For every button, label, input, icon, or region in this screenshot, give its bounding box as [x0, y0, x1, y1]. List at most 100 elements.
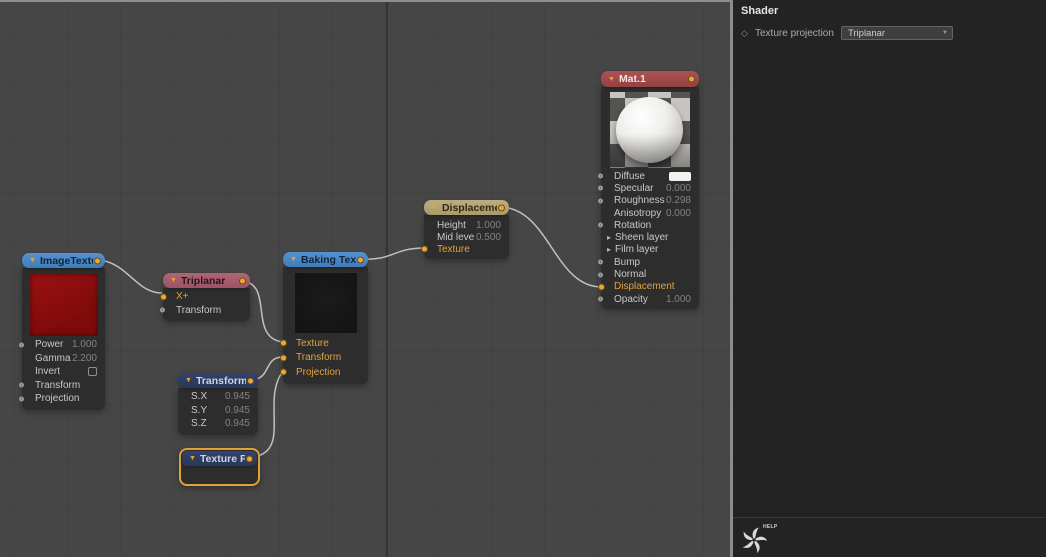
row-value: 1.000	[665, 293, 691, 305]
output-socket[interactable]	[246, 455, 253, 462]
wire-textureproj-to-baking-projection	[253, 369, 285, 458]
output-socket[interactable]	[94, 257, 101, 264]
row-label: Power	[35, 339, 64, 351]
node-row: Transform	[280, 351, 368, 366]
input-socket[interactable]	[280, 339, 287, 347]
input-socket[interactable]	[598, 296, 603, 302]
expand-arrow-icon[interactable]: ▸	[607, 233, 611, 242]
node-row: Projection	[19, 392, 105, 406]
input-socket[interactable]	[598, 185, 603, 191]
node-baking-texture[interactable]: ▼ Baking Textur Texture Transform Projec…	[280, 252, 368, 384]
dropdown-value: Triplanar	[847, 27, 886, 39]
row-label: Bump	[614, 256, 641, 268]
input-socket[interactable]	[19, 382, 24, 388]
input-socket[interactable]	[598, 173, 603, 179]
node-graph-canvas[interactable]: ▼ ImageTexture Power 1.000 Gamma 2.200 I…	[0, 0, 730, 557]
texture-preview	[29, 274, 98, 336]
row-label: Diffuse	[614, 170, 645, 182]
node-imagetexture[interactable]: ▼ ImageTexture Power 1.000 Gamma 2.200 I…	[19, 253, 105, 410]
collapse-triangle-icon[interactable]: ▼	[185, 377, 192, 384]
panel-title: Shader	[741, 5, 779, 17]
collapse-triangle-icon[interactable]: ▼	[608, 76, 615, 83]
diffuse-color-swatch[interactable]	[669, 171, 691, 181]
shader-node-editor: ▼ ImageTexture Power 1.000 Gamma 2.200 I…	[0, 0, 1046, 557]
input-socket[interactable]	[160, 293, 167, 301]
node-row: Bump	[598, 256, 699, 268]
node-title: Triplanar	[180, 274, 226, 287]
row-label: Texture	[437, 243, 470, 255]
row-label: Transform	[176, 304, 222, 316]
row-value: 2.200	[71, 352, 97, 364]
input-socket[interactable]	[280, 368, 287, 376]
input-socket[interactable]	[19, 342, 24, 348]
node-header[interactable]: ▼ Displacement	[424, 200, 509, 215]
row-label: S.X	[191, 391, 208, 403]
help-button[interactable]: HELP	[741, 523, 787, 553]
node-row: Transform	[160, 304, 250, 318]
node-triplanar[interactable]: ▼ Triplanar X+ Transform	[160, 273, 250, 321]
property-label: Texture projection	[755, 27, 834, 39]
node-transform[interactable]: ▼ Transform S.X 0.945 S.Y 0.945 S.Z 0.94…	[178, 373, 258, 435]
chevron-down-icon: ▼	[941, 30, 948, 36]
node-title: Texture Proj	[199, 452, 245, 465]
output-socket[interactable]	[247, 377, 254, 384]
node-row: Roughness 0.298	[598, 195, 699, 207]
texture-projection-property: ◇ Texture projection Triplanar ▼	[741, 26, 1046, 40]
output-socket[interactable]	[357, 256, 364, 263]
node-row: ▸ Sheen layer	[601, 231, 699, 243]
node-texture-projection[interactable]: ▼ Texture Proj	[179, 448, 260, 486]
node-header[interactable]: ▼ Triplanar	[163, 273, 250, 288]
collapse-triangle-icon[interactable]: ▼	[189, 455, 196, 462]
invert-checkbox[interactable]	[88, 367, 97, 377]
row-label: Transform	[35, 379, 81, 391]
collapse-triangle-icon[interactable]: ▼	[290, 256, 297, 263]
node-displacement[interactable]: ▼ Displacement Height 1.000 Mid leve 0.5…	[421, 200, 509, 259]
input-socket[interactable]	[280, 354, 287, 362]
row-label: Mid leve	[437, 231, 475, 243]
wire-imagetexture-to-triplanar	[98, 259, 163, 294]
input-socket[interactable]	[19, 396, 24, 402]
node-header[interactable]: ▼ Transform	[178, 373, 258, 388]
input-socket[interactable]	[421, 245, 428, 253]
input-socket[interactable]	[598, 272, 603, 278]
row-label: Invert	[35, 366, 61, 378]
row-label: S.Y	[191, 404, 208, 416]
node-row: Anisotropy 0.000	[601, 207, 699, 219]
input-socket[interactable]	[598, 198, 603, 204]
row-label: Specular	[614, 182, 654, 194]
output-socket[interactable]	[239, 277, 246, 284]
material-preview	[610, 92, 690, 168]
node-row: S.Y 0.945	[178, 404, 258, 418]
input-socket[interactable]	[598, 259, 603, 265]
node-header[interactable]: ▼ Texture Proj	[182, 451, 257, 466]
node-row: Diffuse	[598, 170, 699, 182]
output-socket[interactable]	[688, 75, 695, 83]
input-socket[interactable]	[598, 283, 605, 291]
row-label: Projection	[35, 393, 80, 405]
input-socket[interactable]	[598, 222, 603, 228]
node-row: Projection	[280, 365, 368, 380]
output-socket[interactable]	[498, 204, 505, 211]
input-socket[interactable]	[160, 307, 165, 313]
collapse-triangle-icon[interactable]: ▼	[170, 277, 177, 284]
node-mat1[interactable]: ▼ Mat.1 Diffuse Specular 0.000 Roughness…	[598, 71, 699, 310]
node-row: Specular 0.000	[598, 182, 699, 194]
texture-projection-dropdown[interactable]: Triplanar ▼	[840, 26, 953, 40]
collapse-triangle-icon[interactable]: ▼	[431, 204, 438, 211]
row-value: 1.000	[71, 339, 97, 351]
node-header[interactable]: ▼ Mat.1	[601, 71, 699, 87]
node-header[interactable]: ▼ ImageTexture	[22, 253, 105, 268]
row-label: Normal	[614, 269, 647, 281]
node-header[interactable]: ▼ Baking Textur	[283, 252, 368, 267]
row-label: Height	[437, 219, 466, 231]
row-value: 0.298	[665, 195, 691, 207]
row-value: 0.945	[224, 391, 250, 403]
collapse-triangle-icon[interactable]: ▼	[29, 257, 36, 264]
row-label: Projection	[296, 366, 341, 378]
node-title: Transform	[195, 374, 246, 387]
help-label: HELP	[763, 524, 778, 530]
expand-arrow-icon[interactable]: ▸	[607, 245, 611, 254]
row-label: Gamma	[35, 352, 71, 364]
node-row: Displacement	[598, 281, 699, 293]
node-row: Gamma 2.200	[22, 352, 105, 366]
